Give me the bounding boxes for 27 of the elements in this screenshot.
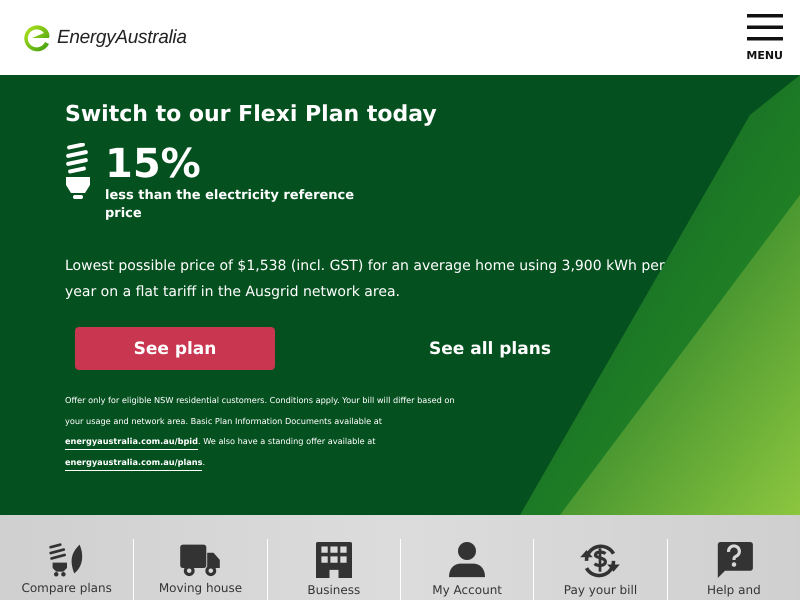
quick-link[interactable]: Business [266,539,400,600]
discount-caption: less than the electricity reference price [105,187,356,223]
user-icon [447,541,487,579]
quick-link[interactable]: Help and [666,539,800,600]
hero-title: Switch to our Flexi Plan today [65,102,438,127]
see-plan-button[interactable]: See plan [75,327,275,370]
quick-link-label: Moving house [158,581,242,595]
quick-link-label: Business [307,583,360,597]
quick-link-label: Help and [706,583,761,597]
quick-link-label: My Account [432,583,502,597]
discount-value: 15% [105,143,202,185]
see-all-plans-link[interactable]: See all plans [423,338,557,360]
building-icon [314,541,353,579]
quick-link[interactable]: Pay your bill [533,539,667,600]
bulb-icon [65,143,91,201]
menu-button[interactable]: MENU [746,14,783,62]
price-description: Lowest possible price of $1,538 (incl. GST) for an average home using 3,900 kWh per year on a flat tariff in the Ausgrid network area. [65,257,666,302]
menu-icon [746,14,783,40]
logo-text[interactable]: EnergyAustralia [57,26,187,48]
quick-link-label: Compare plans [21,581,112,595]
quick-link[interactable]: Moving house [133,539,267,600]
quick-link[interactable]: Compare plans [0,539,134,600]
fine-print: Offer only for eligible NSW residential customers. Conditions apply. Your bill will differ based on your usage and network area. Basic Plan Information Documents available at energyaustralia.com.au/bpid. We also have a standing offer available at energyaustralia.com.au/plans. [65,390,465,472]
quick-link-label: Pay your bill [564,583,638,597]
fine-print-link[interactable]: energyaustralia.com.au/plans [65,456,202,470]
quick-link[interactable]: My Account [400,539,534,600]
fine-print-link[interactable]: energyaustralia.com.au/bpid [65,436,198,450]
